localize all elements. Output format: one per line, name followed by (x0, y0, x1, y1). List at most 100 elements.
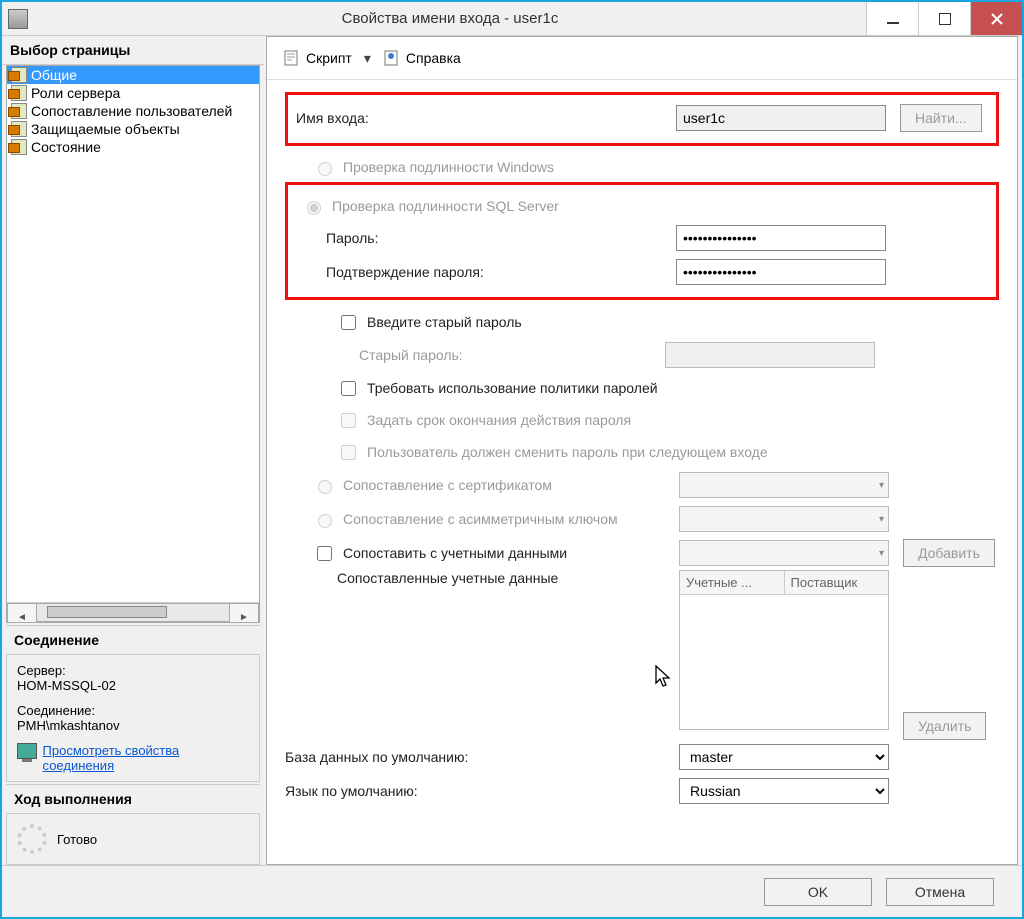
page-icon (11, 85, 27, 101)
credential-combo: ▾ (679, 540, 889, 566)
page-securables[interactable]: Защищаемые объекты (7, 120, 259, 138)
progress-status: Готово (57, 832, 97, 847)
view-connection-properties-link[interactable]: Просмотреть свойства соединения (43, 743, 249, 773)
scroll-left-button[interactable]: ◄ (7, 603, 37, 623)
default-lang-label: Язык по умолчанию: (285, 783, 679, 799)
page-icon (11, 121, 27, 137)
toolbar: Скрипт ▾ Справка (267, 37, 1017, 80)
connection-value: PMH\mkashtanov (17, 718, 249, 733)
page-label: Сопоставление пользователей (31, 103, 232, 119)
mapped-credentials-label: Сопоставленные учетные данные (285, 570, 679, 586)
old-password-field (665, 342, 875, 368)
map-asym-key-radio: Сопоставление с асимметричным ключом (285, 504, 679, 534)
page-label: Состояние (31, 139, 101, 155)
page-label: Защищаемые объекты (31, 121, 180, 137)
must-change-label: Пользователь должен сменить пароль при с… (367, 444, 768, 460)
confirm-password-label: Подтверждение пароля: (296, 264, 676, 280)
page-server-roles[interactable]: Роли сервера (7, 84, 259, 102)
specify-old-password-checkbox[interactable]: Введите старый пароль (285, 306, 999, 338)
find-button: Найти... (900, 104, 982, 132)
mapped-credentials-table[interactable]: Учетные ... Поставщик (679, 570, 889, 730)
close-button[interactable] (970, 2, 1022, 35)
specify-old-password-label: Введите старый пароль (367, 314, 522, 330)
general-form: Имя входа: Найти... Проверка подлинности… (267, 80, 1017, 820)
col-credential[interactable]: Учетные ... (680, 571, 785, 594)
scroll-right-button[interactable]: ► (229, 603, 259, 623)
page-status[interactable]: Состояние (7, 138, 259, 156)
help-label: Справка (406, 50, 461, 66)
login-name-label: Имя входа: (296, 110, 676, 126)
page-icon (11, 139, 27, 155)
page-select-header: Выбор страницы (2, 36, 264, 65)
page-user-mapping[interactable]: Сопоставление пользователей (7, 102, 259, 120)
map-asym-key-input (318, 514, 332, 528)
map-credential-checkbox[interactable]: Сопоставить с учетными данными (285, 537, 679, 569)
scroll-thumb[interactable] (47, 606, 167, 618)
map-asym-key-label: Сопоставление с асимметричным ключом (343, 511, 618, 527)
progress-panel: Ход выполнения Готово (6, 784, 260, 865)
highlight-sql-auth: Проверка подлинности SQL Server Пароль: … (285, 182, 999, 300)
chevron-down-icon: ▾ (879, 514, 884, 525)
login-name-field[interactable] (676, 105, 886, 131)
add-credential-button: Добавить (903, 539, 995, 567)
default-lang-combo[interactable]: Russian (679, 778, 889, 804)
minimize-button[interactable] (866, 2, 918, 35)
monitor-icon (17, 743, 37, 759)
script-icon (283, 49, 301, 67)
specify-old-password-input[interactable] (341, 315, 356, 330)
connection-panel: Соединение Сервер: HOM-MSSQL-02 Соединен… (6, 625, 260, 782)
password-label: Пароль: (296, 230, 676, 246)
chevron-down-icon: ▾ (879, 480, 884, 491)
confirm-password-field[interactable] (676, 259, 886, 285)
enforce-expiration-checkbox: Задать срок окончания действия пароля (285, 404, 999, 436)
enforce-policy-input[interactable] (341, 381, 356, 396)
dropdown-arrow-icon[interactable]: ▾ (362, 50, 373, 67)
page-label: Общие (31, 67, 77, 83)
must-change-checkbox: Пользователь должен сменить пароль при с… (285, 436, 999, 468)
page-tree: Общие Роли сервера Сопоставление пользов… (6, 65, 260, 623)
auth-windows-label: Проверка подлинности Windows (343, 159, 554, 175)
auth-sql-input (307, 201, 321, 215)
dialog-footer: OK Отмена (2, 865, 1022, 917)
password-field[interactable] (676, 225, 886, 251)
connection-header: Соединение (6, 625, 260, 655)
enforce-expiration-label: Задать срок окончания действия пароля (367, 412, 631, 428)
map-credential-input[interactable] (317, 546, 332, 561)
server-value: HOM-MSSQL-02 (17, 678, 249, 693)
enforce-policy-checkbox[interactable]: Требовать использование политики паролей (285, 372, 999, 404)
tree-hscrollbar[interactable]: ◄ ► (7, 602, 259, 622)
default-db-label: База данных по умолчанию: (285, 749, 679, 765)
ok-button[interactable]: OK (764, 878, 872, 906)
script-button[interactable]: Скрипт (279, 47, 356, 69)
asym-key-combo: ▾ (679, 506, 889, 532)
enforce-expiration-input (341, 413, 356, 428)
must-change-input (341, 445, 356, 460)
titlebar[interactable]: Свойства имени входа - user1c (2, 2, 1022, 35)
maximize-button[interactable] (918, 2, 970, 35)
map-credential-label: Сопоставить с учетными данными (343, 545, 567, 561)
default-db-combo[interactable]: master (679, 744, 889, 770)
app-icon (8, 9, 28, 29)
help-button[interactable]: Справка (379, 47, 465, 69)
login-properties-dialog: Свойства имени входа - user1c Выбор стра… (0, 0, 1024, 919)
progress-header: Ход выполнения (6, 784, 260, 814)
content-panel: Скрипт ▾ Справка Имя входа: Найти... (266, 36, 1018, 865)
old-password-label: Старый пароль: (285, 347, 665, 363)
page-general[interactable]: Общие (7, 66, 259, 84)
enforce-policy-label: Требовать использование политики паролей (367, 380, 658, 396)
certificate-combo: ▾ (679, 472, 889, 498)
left-panel: Выбор страницы Общие Роли сервера Сопост… (2, 36, 264, 865)
col-provider[interactable]: Поставщик (785, 571, 889, 594)
chevron-down-icon: ▾ (879, 548, 884, 559)
page-label: Роли сервера (31, 85, 120, 101)
highlight-login-name: Имя входа: Найти... (285, 92, 999, 146)
scroll-track[interactable] (37, 603, 229, 622)
map-certificate-radio: Сопоставление с сертификатом (285, 470, 679, 500)
server-label: Сервер: (17, 663, 249, 678)
cancel-button[interactable]: Отмена (886, 878, 994, 906)
connection-label: Соединение: (17, 703, 249, 718)
help-icon (383, 49, 401, 67)
progress-spinner-icon (17, 824, 47, 854)
page-icon (11, 67, 27, 83)
map-certificate-label: Сопоставление с сертификатом (343, 477, 552, 493)
